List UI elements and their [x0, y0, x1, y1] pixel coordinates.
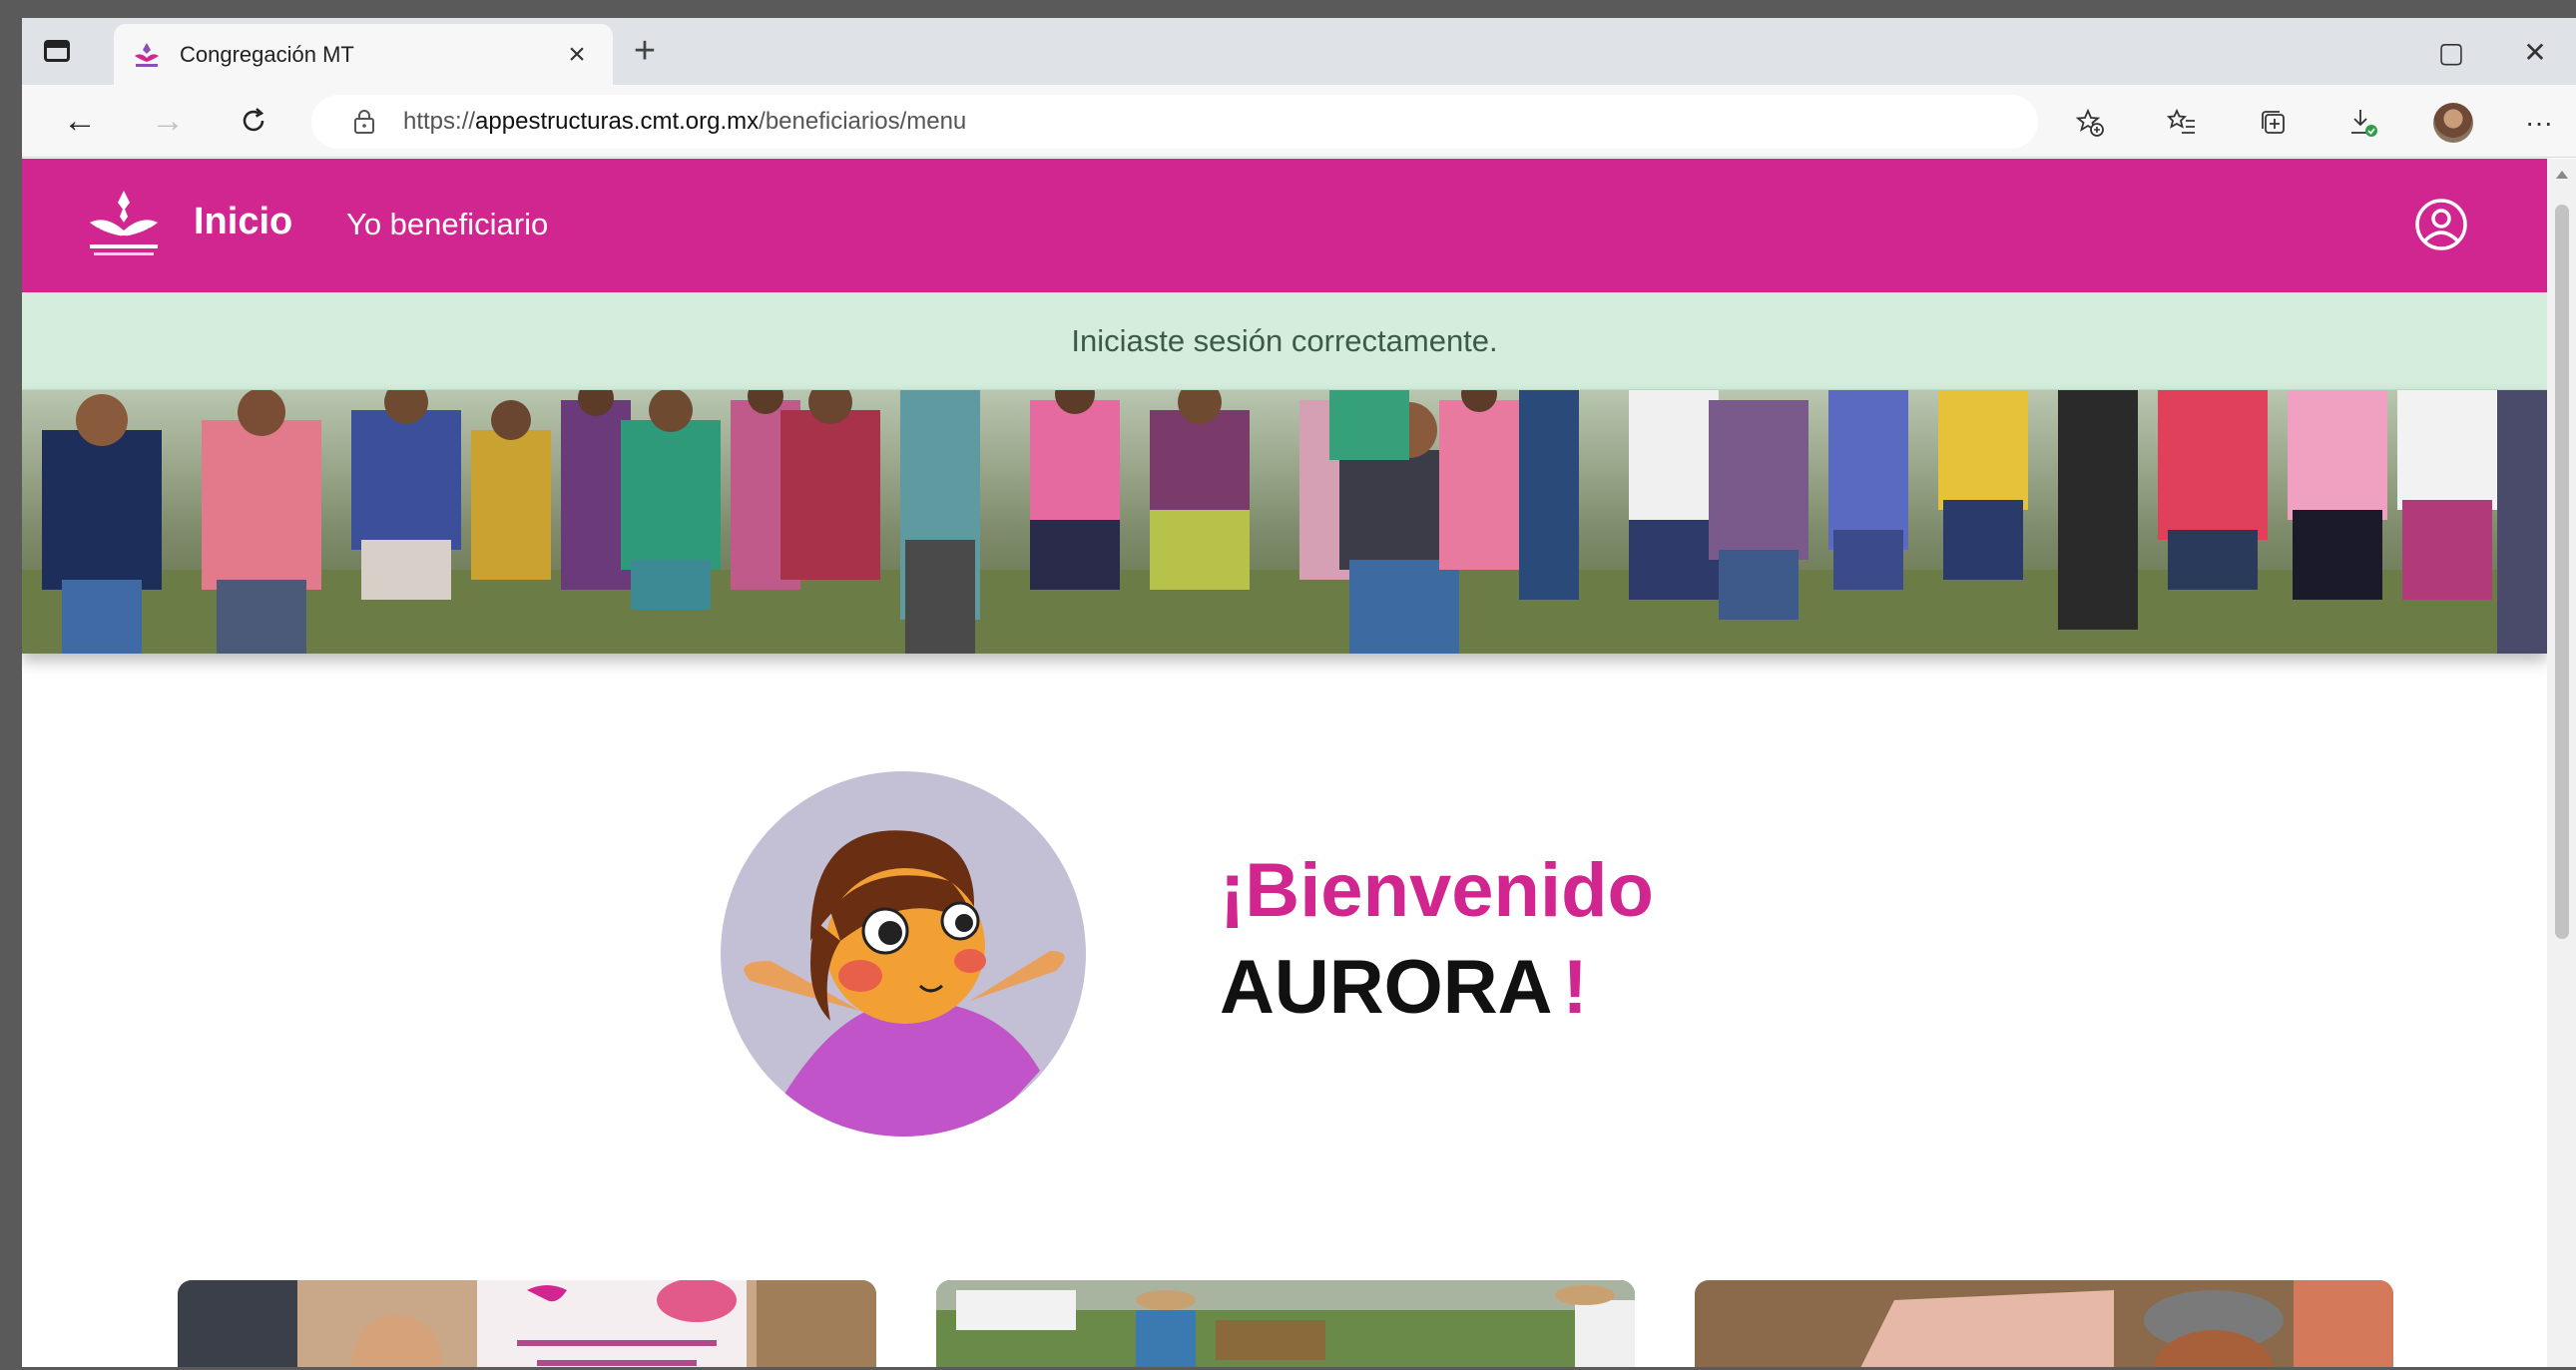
collections-button[interactable]	[2252, 101, 2296, 145]
congregation-favicon-icon	[135, 42, 159, 67]
alert-message: Iniciaste sesión correctamente.	[1071, 322, 1498, 358]
restore-window-button[interactable]: ▢	[2431, 38, 2471, 68]
downloads-button[interactable]	[2341, 101, 2385, 145]
tab-strip: Congregación MT × + ▢ ✕	[22, 18, 2576, 85]
congregation-logo[interactable]	[84, 187, 164, 264]
tab-actions-icon	[44, 40, 70, 62]
settings-more-button[interactable]: ···	[2517, 101, 2561, 145]
scrollbar-thumb[interactable]	[2555, 205, 2569, 939]
menu-card-3[interactable]	[1695, 1280, 2393, 1367]
new-tab-button[interactable]: +	[625, 32, 665, 72]
tab-active[interactable]: Congregación MT ×	[114, 24, 613, 85]
app-header: Inicio Yo beneficiario	[22, 159, 2547, 292]
profile-button[interactable]	[2431, 101, 2475, 145]
browser-window: Congregación MT × + ▢ ✕ ← → https://appe…	[22, 18, 2576, 1367]
profile-avatar	[2433, 103, 2473, 143]
refresh-button[interactable]	[232, 101, 275, 141]
user-account-icon[interactable]	[2413, 197, 2469, 252]
favorites-icon	[2167, 108, 2195, 134]
nav-beneficiary-link[interactable]: Yo beneficiario	[346, 207, 548, 242]
success-alert: Iniciaste sesión correctamente.	[22, 292, 2547, 390]
refresh-icon	[243, 108, 264, 132]
url-host: appestructuras.cmt.org.mx	[475, 108, 760, 135]
page-scrollbar[interactable]	[2547, 159, 2576, 1367]
tab-close-icon[interactable]: ×	[559, 39, 595, 70]
web-page: Inicio Yo beneficiario Iniciaste sesión …	[22, 159, 2547, 1367]
welcome-exclamation: !	[1562, 945, 1588, 1030]
tab-actions-button[interactable]	[40, 36, 74, 66]
welcome-user-name: AURORA	[1220, 945, 1553, 1030]
girl-avatar-illustration	[744, 830, 1065, 1137]
browser-toolbar: ← → https://appestructuras.cmt.org.mx/be…	[22, 85, 2576, 158]
forward-button[interactable]: →	[146, 101, 190, 141]
favorites-button[interactable]	[2160, 101, 2204, 145]
download-icon	[2351, 110, 2377, 137]
welcome-name-line: AURORA!	[1220, 944, 1588, 1031]
scroll-up-arrow-icon[interactable]	[2556, 171, 2568, 179]
card-3-photo	[1695, 1280, 2393, 1367]
nav-home-link[interactable]: Inicio	[194, 201, 292, 243]
address-bar[interactable]: https://appestructuras.cmt.org.mx/benefi…	[311, 95, 2038, 149]
add-favorite-button[interactable]	[2068, 101, 2112, 145]
collections-icon	[2262, 111, 2285, 134]
user-avatar-illustration	[721, 771, 1086, 1137]
back-button[interactable]: ←	[58, 101, 102, 141]
url-scheme: https://	[403, 108, 476, 135]
menu-card-1[interactable]	[178, 1280, 876, 1367]
url-text: https://appestructuras.cmt.org.mx/benefi…	[403, 108, 966, 136]
close-window-button[interactable]: ✕	[2515, 38, 2555, 68]
card-1-photo	[178, 1280, 876, 1367]
welcome-greeting: ¡Bienvenido	[1220, 848, 1654, 933]
menu-card-2[interactable]	[936, 1280, 1635, 1367]
community-banner-photo	[22, 390, 2547, 654]
star-add-icon	[2075, 108, 2104, 137]
tab-title: Congregación MT	[180, 41, 354, 67]
card-2-photo	[936, 1280, 1635, 1367]
url-path: /beneficiarios/menu	[759, 108, 967, 135]
lock-icon	[354, 110, 374, 134]
